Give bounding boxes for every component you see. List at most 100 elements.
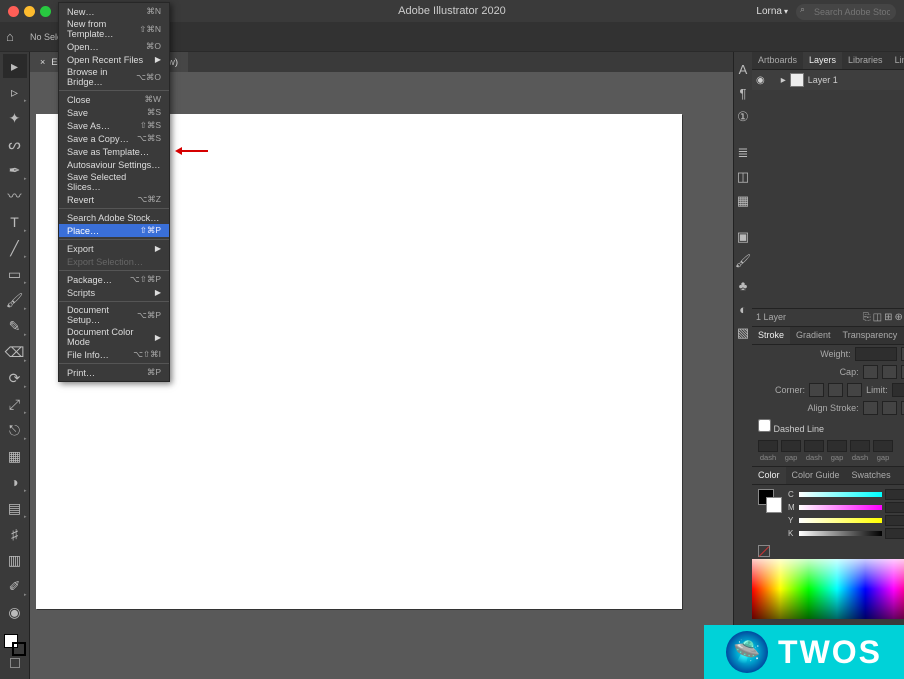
- menu-item-saveas[interactable]: Save As…⇧⌘S: [59, 119, 169, 132]
- menu-item-bridge[interactable]: Browse in Bridge…⌥⌘O: [59, 66, 169, 88]
- menu-item-savetmpl[interactable]: Save as Template…: [59, 145, 169, 158]
- menu-item-print[interactable]: Print…⌘P: [59, 366, 169, 379]
- rotate-tool[interactable]: ⟳▸: [3, 366, 27, 390]
- line-segment-tool[interactable]: ╱▸: [3, 236, 27, 260]
- tab-artboards[interactable]: Artboards: [752, 52, 803, 69]
- menu-item-package[interactable]: Package…⌥⇧⌘P: [59, 273, 169, 286]
- direct-selection-tool[interactable]: ▹▸: [3, 80, 27, 104]
- menu-item-autosave[interactable]: Autosaviour Settings…: [59, 158, 169, 171]
- adobe-stock-search-input[interactable]: [796, 4, 896, 20]
- minimize-window-icon[interactable]: [24, 6, 35, 17]
- visibility-icon[interactable]: ◉: [756, 75, 765, 86]
- scale-tool[interactable]: ⤢▸: [3, 392, 27, 416]
- shape-builder-tool[interactable]: ◑▸: [3, 470, 27, 494]
- corner-bevel[interactable]: [847, 383, 862, 397]
- menu-item-open[interactable]: Open…⌘O: [59, 40, 169, 53]
- tab-transparency[interactable]: Transparency: [837, 327, 904, 344]
- appearance-panel-icon[interactable]: ▣: [734, 228, 752, 246]
- none-color-icon[interactable]: [758, 545, 770, 557]
- tab-links[interactable]: Links: [889, 52, 904, 69]
- yellow-slider[interactable]: [799, 518, 882, 523]
- locate-layer-icon[interactable]: ⎘: [863, 312, 871, 323]
- eyedropper-tool[interactable]: ✐▸: [3, 574, 27, 598]
- align-inside[interactable]: [882, 401, 897, 415]
- color-spectrum[interactable]: [752, 559, 904, 619]
- menu-item-savecopy[interactable]: Save a Copy…⌥⌘S: [59, 132, 169, 145]
- menu-item-export[interactable]: Export▶: [59, 242, 169, 255]
- shaper-tool[interactable]: ✎▸: [3, 314, 27, 338]
- magic-wand-tool[interactable]: ✦: [3, 106, 27, 130]
- gap-field[interactable]: [873, 440, 893, 452]
- mesh-tool[interactable]: ♯: [3, 522, 27, 546]
- selection-tool[interactable]: ▸: [3, 54, 27, 78]
- miter-limit-field[interactable]: [892, 383, 904, 397]
- curvature-tool[interactable]: 〰: [3, 184, 27, 208]
- tab-color-guide[interactable]: Color Guide: [786, 467, 846, 484]
- type-panel-icon[interactable]: ¶: [734, 84, 752, 102]
- symbols-panel-icon[interactable]: ♣: [734, 276, 752, 294]
- fill-stroke-indicator[interactable]: [4, 634, 26, 656]
- eraser-tool[interactable]: ⌫▸: [3, 340, 27, 364]
- dash-field[interactable]: [850, 440, 870, 452]
- properties-panel-icon[interactable]: A: [734, 60, 752, 78]
- new-layer-icon[interactable]: ⊕: [894, 312, 902, 323]
- cap-round[interactable]: [882, 365, 897, 379]
- pathfinder-panel-icon[interactable]: ◫: [734, 168, 752, 186]
- glyphs-panel-icon[interactable]: ①: [734, 108, 752, 126]
- tab-swatches[interactable]: Swatches: [846, 467, 897, 484]
- black-value[interactable]: [885, 528, 904, 539]
- cap-projecting[interactable]: [901, 365, 904, 379]
- corner-round[interactable]: [828, 383, 843, 397]
- menu-item-revert[interactable]: Revert⌥⌘Z: [59, 193, 169, 206]
- menu-item-new[interactable]: New…⌘N: [59, 5, 169, 18]
- zoom-window-icon[interactable]: [40, 6, 51, 17]
- corner-miter[interactable]: [809, 383, 824, 397]
- dash-field[interactable]: [804, 440, 824, 452]
- dash-field[interactable]: [758, 440, 778, 452]
- menu-item-colormode[interactable]: Document Color Mode▶: [59, 326, 169, 348]
- tab-close-icon[interactable]: ×: [40, 57, 45, 67]
- type-tool[interactable]: T▸: [3, 210, 27, 234]
- menu-item-save[interactable]: Save⌘S: [59, 106, 169, 119]
- rectangle-tool[interactable]: ▭▸: [3, 262, 27, 286]
- weight-stepper[interactable]: [901, 347, 904, 361]
- color-fill-stroke-indicator[interactable]: [758, 489, 782, 513]
- gradient-tool[interactable]: ▥: [3, 548, 27, 572]
- close-window-icon[interactable]: [8, 6, 19, 17]
- pen-tool[interactable]: ✒▸: [3, 158, 27, 182]
- align-outside[interactable]: [901, 401, 904, 415]
- cyan-slider[interactable]: [799, 492, 882, 497]
- menu-item-fileinfo[interactable]: File Info…⌥⇧⌘I: [59, 348, 169, 361]
- cyan-value[interactable]: [885, 489, 904, 500]
- align-center[interactable]: [863, 401, 878, 415]
- align-panel-icon[interactable]: ≣: [734, 144, 752, 162]
- menu-item-scripts[interactable]: Scripts▶: [59, 286, 169, 299]
- cap-butt[interactable]: [863, 365, 878, 379]
- tab-layers[interactable]: Layers: [803, 52, 842, 69]
- dashed-line-checkbox[interactable]: [758, 419, 771, 432]
- perspective-grid-tool[interactable]: ▤▸: [3, 496, 27, 520]
- menu-item-tmpl[interactable]: New from Template…⇧⌘N: [59, 18, 169, 40]
- lasso-tool[interactable]: ᔕ: [3, 132, 27, 156]
- menu-item-stock[interactable]: Search Adobe Stock…: [59, 211, 169, 224]
- new-sublayer-icon[interactable]: ⊞: [884, 312, 892, 323]
- menu-item-recent[interactable]: Open Recent Files▶: [59, 53, 169, 66]
- gap-field[interactable]: [827, 440, 847, 452]
- asset-export-panel-icon[interactable]: ▧: [734, 324, 752, 342]
- black-slider[interactable]: [799, 531, 882, 536]
- menu-item-docsetup[interactable]: Document Setup…⌥⌘P: [59, 304, 169, 326]
- user-menu[interactable]: Lorna: [756, 6, 788, 17]
- menu-item-place[interactable]: Place…⇧⌘P: [59, 224, 169, 237]
- menu-item-slices[interactable]: Save Selected Slices…: [59, 171, 169, 193]
- layer-name[interactable]: Layer 1: [808, 75, 904, 85]
- home-icon[interactable]: ⌂: [6, 29, 22, 45]
- make-clipping-mask-icon[interactable]: ◫: [873, 312, 882, 323]
- tab-color[interactable]: Color: [752, 467, 786, 484]
- menu-item-close[interactable]: Close⌘W: [59, 93, 169, 106]
- disclosure-icon[interactable]: ▸: [781, 75, 786, 86]
- tab-gradient[interactable]: Gradient: [790, 327, 837, 344]
- color-mode-icon[interactable]: [10, 658, 20, 668]
- magenta-slider[interactable]: [799, 505, 882, 510]
- magenta-value[interactable]: [885, 502, 904, 513]
- transform-panel-icon[interactable]: ▦: [734, 192, 752, 210]
